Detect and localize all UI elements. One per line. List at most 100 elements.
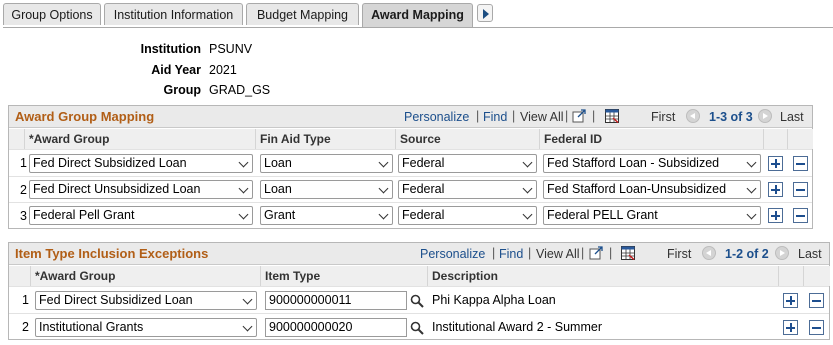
- separator: |: [581, 246, 585, 260]
- grid-title: Item Type Inclusion Exceptions: [15, 246, 209, 261]
- delete-row-button[interactable]: [793, 182, 808, 197]
- new-window-icon[interactable]: [572, 109, 586, 123]
- separator: |: [512, 109, 516, 123]
- chevron-down-icon: [746, 157, 757, 168]
- arrow-left-icon: [690, 113, 695, 119]
- last-label: Last: [780, 110, 804, 124]
- col-header-rownum: [9, 129, 25, 149]
- download-grid-icon[interactable]: [621, 246, 635, 260]
- arrow-left-icon: [706, 250, 711, 256]
- add-row-button[interactable]: [783, 293, 798, 308]
- search-icon[interactable]: [410, 294, 424, 308]
- description-text: Institutional Award 2 - Summer: [432, 320, 602, 334]
- next-row-button[interactable]: [775, 246, 789, 260]
- col-header-delete: [788, 129, 813, 149]
- item-type-input[interactable]: 900000000020: [265, 318, 407, 337]
- first-label: First: [651, 110, 676, 124]
- find-link[interactable]: Find: [499, 247, 523, 261]
- award-group-select[interactable]: Institutional Grants: [35, 318, 257, 337]
- col-header-federal-id: Federal ID: [540, 129, 764, 149]
- new-window-icon[interactable]: [589, 246, 603, 260]
- add-row-button[interactable]: [768, 182, 783, 197]
- separator: |: [476, 109, 480, 123]
- table-row: 2 Fed Direct Unsubsidized Loan Loan Fede…: [9, 176, 812, 202]
- item-type-exceptions-grid: Item Type Inclusion Exceptions Personali…: [8, 242, 830, 340]
- chevron-down-icon: [522, 209, 533, 220]
- add-row-button[interactable]: [783, 320, 798, 335]
- separator: |: [565, 109, 569, 123]
- delete-row-button[interactable]: [793, 208, 808, 223]
- source-select[interactable]: Federal: [398, 206, 537, 225]
- tab-institution-information[interactable]: Institution Information: [104, 3, 243, 25]
- col-header-fin-aid-type: Fin Aid Type: [256, 129, 396, 149]
- separator: |: [609, 246, 613, 260]
- search-icon[interactable]: [410, 321, 424, 335]
- source-select[interactable]: Federal: [398, 154, 537, 173]
- delete-row-button[interactable]: [809, 293, 824, 308]
- tab-divider: [3, 27, 833, 28]
- last-label: Last: [798, 247, 822, 261]
- fin-aid-type-select[interactable]: Loan: [260, 154, 393, 173]
- chevron-down-icon: [378, 157, 389, 168]
- row-number: 1: [22, 293, 29, 307]
- award-group-select[interactable]: Federal Pell Grant: [29, 206, 253, 225]
- arrow-right-icon: [763, 113, 768, 119]
- aid-year-label: Aid Year: [151, 63, 201, 77]
- award-group-select[interactable]: Fed Direct Unsubsidized Loan: [29, 180, 253, 199]
- chevron-down-icon: [238, 157, 249, 168]
- fin-aid-type-select[interactable]: Grant: [260, 206, 393, 225]
- delete-row-button[interactable]: [793, 156, 808, 171]
- table-row: 3 Federal Pell Grant Grant Federal Feder…: [9, 202, 812, 229]
- personalize-link[interactable]: Personalize: [404, 110, 469, 124]
- institution-value: PSUNV: [209, 42, 253, 56]
- delete-row-button[interactable]: [809, 320, 824, 335]
- row-number: 3: [20, 209, 27, 223]
- source-select[interactable]: Federal: [398, 180, 537, 199]
- row-number: 1: [20, 156, 27, 170]
- chevron-down-icon: [522, 157, 533, 168]
- find-link[interactable]: Find: [483, 110, 507, 124]
- separator: |: [592, 109, 596, 123]
- table-row: 1 Fed Direct Subsidized Loan Loan Federa…: [9, 149, 812, 176]
- chevron-down-icon: [746, 209, 757, 220]
- chevron-down-icon: [378, 183, 389, 194]
- col-header-add: [779, 266, 804, 286]
- chevron-down-icon: [238, 209, 249, 220]
- add-row-button[interactable]: [768, 208, 783, 223]
- chevron-down-icon: [522, 183, 533, 194]
- view-all-link[interactable]: View All: [536, 247, 580, 261]
- fin-aid-type-select[interactable]: Loan: [260, 180, 393, 199]
- col-header-item-type: Item Type: [261, 266, 428, 286]
- award-group-mapping-grid: Award Group Mapping Personalize | Find |…: [8, 105, 813, 229]
- tab-bar: Group Options Institution Information Bu…: [3, 3, 833, 28]
- tab-award-mapping[interactable]: Award Mapping: [362, 3, 473, 27]
- tab-group-options[interactable]: Group Options: [3, 3, 101, 25]
- tab-scroll-right-button[interactable]: [477, 4, 493, 22]
- chevron-down-icon: [238, 183, 249, 194]
- row-number: 2: [20, 183, 27, 197]
- add-row-button[interactable]: [768, 156, 783, 171]
- chevron-down-icon: [378, 209, 389, 220]
- col-header-source: Source: [396, 129, 540, 149]
- row-number: 2: [22, 320, 29, 334]
- download-grid-icon[interactable]: [605, 109, 619, 123]
- award-group-select[interactable]: Fed Direct Subsidized Loan: [35, 291, 257, 310]
- federal-id-select[interactable]: Federal PELL Grant: [543, 206, 761, 225]
- chevron-down-icon: [746, 183, 757, 194]
- row-range: 1-2 of 2: [725, 247, 769, 261]
- item-type-input[interactable]: 900000000011: [265, 291, 407, 310]
- grid-header: Item Type Inclusion Exceptions Personali…: [9, 243, 829, 265]
- arrow-right-icon: [483, 9, 489, 19]
- tab-budget-mapping[interactable]: Budget Mapping: [246, 3, 359, 25]
- table-row: 1 Fed Direct Subsidized Loan 90000000001…: [9, 286, 829, 313]
- view-all-link[interactable]: View All: [520, 110, 564, 124]
- previous-row-button[interactable]: [702, 246, 716, 260]
- next-row-button[interactable]: [758, 109, 772, 123]
- federal-id-select[interactable]: Fed Stafford Loan-Unsubsidized: [543, 180, 761, 199]
- federal-id-select[interactable]: Fed Stafford Loan - Subsidized: [543, 154, 761, 173]
- personalize-link[interactable]: Personalize: [420, 247, 485, 261]
- col-header-description: Description: [428, 266, 779, 286]
- award-group-select[interactable]: Fed Direct Subsidized Loan: [29, 154, 253, 173]
- previous-row-button[interactable]: [686, 109, 700, 123]
- grid-title: Award Group Mapping: [15, 109, 155, 124]
